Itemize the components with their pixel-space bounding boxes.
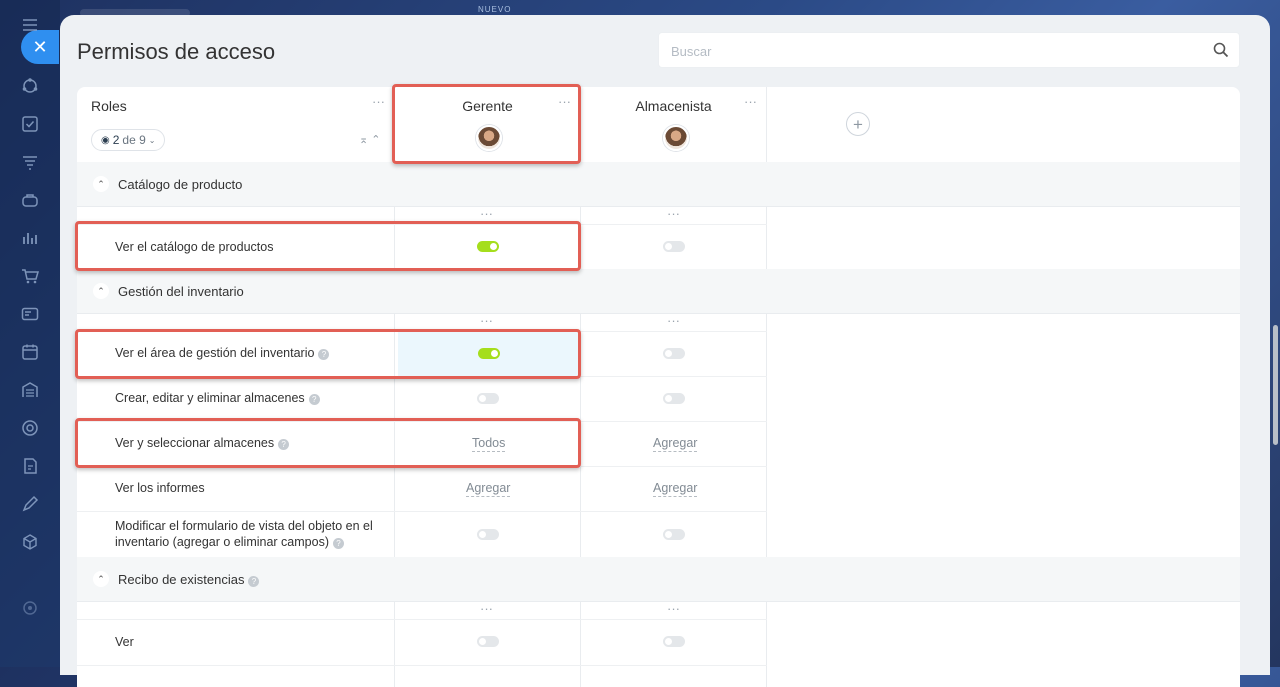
access-permissions-panel: Permisos de acceso Roles ··· ◉ 2 de 9 ⌄ …	[60, 15, 1270, 687]
permission-row: Crear, editar y eliminar almacenes?	[77, 376, 767, 422]
robot-icon[interactable]	[20, 190, 40, 210]
search-input[interactable]	[669, 33, 1193, 69]
collapse-expand-icon[interactable]: ⌅⌃	[359, 133, 383, 146]
search-box	[658, 32, 1240, 69]
toggle-almacenista[interactable]	[663, 348, 685, 359]
chevron-up-icon[interactable]: ⌃	[93, 176, 109, 192]
role-menu-icon[interactable]: ···	[744, 95, 757, 108]
avatar	[476, 125, 502, 151]
cube-icon[interactable]	[20, 532, 40, 552]
scrollbar[interactable]	[1273, 325, 1278, 445]
permission-row: Ver el área de gestión del inventario?	[77, 331, 767, 377]
roles-menu-icon[interactable]: ···	[372, 95, 385, 108]
toggle-gerente[interactable]	[477, 241, 499, 252]
help-icon[interactable]: ?	[332, 538, 344, 549]
section-title: Catálogo de producto	[118, 177, 243, 192]
add-role-button[interactable]: +	[846, 112, 870, 136]
close-icon[interactable]: ✕	[21, 30, 59, 64]
section-inventory[interactable]: ⌃ Gestión del inventario	[77, 269, 1240, 314]
toggle-almacenista[interactable]	[663, 529, 685, 540]
section-stock-receipt[interactable]: ⌃ Recibo de existencias?	[77, 557, 1240, 602]
filter-icon[interactable]	[20, 152, 40, 172]
roles-label: Roles	[91, 98, 127, 114]
document-edit-icon[interactable]	[20, 456, 40, 476]
permission-label: Ver el área de gestión del inventario?	[115, 345, 330, 361]
section-title: Gestión del inventario	[118, 284, 244, 299]
section-title: Recibo de existencias?	[118, 572, 260, 587]
column-menu-icon[interactable]: ···	[480, 602, 493, 615]
role-column-almacenista[interactable]: Almacenista ···	[581, 87, 766, 162]
roles-header-row: Roles ··· ◉ 2 de 9 ⌄ ⌅⌃ Gerente ··· Alma…	[77, 87, 1240, 163]
chevron-up-icon[interactable]: ⌃	[93, 283, 109, 299]
eye-icon: ◉	[101, 134, 110, 146]
permission-row: Ver los informes Agregar Agregar	[77, 466, 767, 512]
permission-row: Ver	[77, 619, 767, 666]
permission-label: Ver el catálogo de productos	[115, 240, 274, 254]
chevron-down-icon: ⌄	[148, 135, 156, 145]
role-name: Gerente	[462, 98, 513, 114]
permission-label: Ver y seleccionar almacenes?	[115, 435, 290, 451]
chevron-up-icon[interactable]: ⌃	[93, 571, 109, 587]
reports-almacenista-link[interactable]: Agregar	[653, 481, 698, 497]
permission-row: Ver el catálogo de productos	[77, 224, 767, 270]
permission-row: Ver y seleccionar almacenes? Todos Agreg…	[77, 421, 767, 467]
help-icon[interactable]: ?	[308, 394, 320, 405]
permissions-table: Roles ··· ◉ 2 de 9 ⌄ ⌅⌃ Gerente ··· Alma…	[77, 87, 1240, 687]
toggle-gerente[interactable]	[477, 636, 499, 647]
help-icon[interactable]: ?	[248, 576, 260, 587]
column-menu-icon[interactable]: ···	[480, 314, 493, 327]
help-icon[interactable]: ?	[278, 439, 290, 450]
counter-of: de 9	[122, 133, 146, 147]
reports-gerente-link[interactable]: Agregar	[466, 481, 511, 497]
column-menu-icon[interactable]: ···	[667, 207, 680, 220]
settings-icon[interactable]	[20, 598, 40, 618]
page-title: Permisos de acceso	[77, 39, 276, 64]
visible-roles-counter[interactable]: ◉ 2 de 9 ⌄	[91, 129, 166, 151]
avatar	[663, 125, 689, 151]
tasks-icon[interactable]	[20, 114, 40, 134]
background-new-label: NUEVO	[478, 5, 512, 14]
column-actions-row: ··· ···	[77, 601, 767, 620]
permission-label: Modificar el formulario de vista del obj…	[115, 519, 373, 549]
toggle-gerente[interactable]	[478, 348, 500, 359]
column-actions-row: ··· ···	[77, 206, 767, 225]
column-actions-row: ··· ···	[77, 313, 767, 332]
warehouse-icon[interactable]	[20, 380, 40, 400]
pen-icon[interactable]	[20, 494, 40, 514]
cart-icon[interactable]	[20, 266, 40, 286]
menu-icon[interactable]	[20, 15, 40, 35]
section-catalog[interactable]: ⌃ Catálogo de producto	[77, 162, 1240, 207]
column-menu-icon[interactable]: ···	[480, 207, 493, 220]
help-icon[interactable]: ?	[318, 349, 330, 360]
warehouses-almacenista-link[interactable]: Agregar	[653, 436, 698, 452]
permission-label: Ver	[115, 635, 134, 649]
warehouses-gerente-link[interactable]: Todos	[472, 436, 506, 452]
toggle-almacenista[interactable]	[663, 241, 685, 252]
target-icon[interactable]	[20, 418, 40, 438]
counter-value: 2	[112, 133, 120, 147]
toggle-gerente[interactable]	[477, 529, 499, 540]
left-sidebar: ✕	[0, 0, 60, 667]
column-menu-icon[interactable]: ···	[667, 602, 680, 615]
card-icon[interactable]	[20, 304, 40, 324]
column-menu-icon[interactable]: ···	[667, 314, 680, 327]
search-icon[interactable]	[1213, 42, 1229, 58]
permission-label: Ver los informes	[115, 481, 205, 495]
toggle-almacenista[interactable]	[663, 393, 685, 404]
role-menu-icon[interactable]: ···	[558, 95, 571, 108]
toggle-almacenista[interactable]	[663, 636, 685, 647]
permission-row: Modificar el formulario de vista del obj…	[77, 511, 767, 558]
toggle-gerente[interactable]	[477, 393, 499, 404]
permission-label: Crear, editar y eliminar almacenes?	[115, 390, 320, 406]
analytics-icon[interactable]	[20, 228, 40, 248]
crm-icon[interactable]	[20, 76, 40, 96]
calendar-icon[interactable]	[20, 342, 40, 362]
role-name: Almacenista	[635, 98, 712, 114]
role-column-gerente[interactable]: Gerente ···	[395, 87, 580, 162]
